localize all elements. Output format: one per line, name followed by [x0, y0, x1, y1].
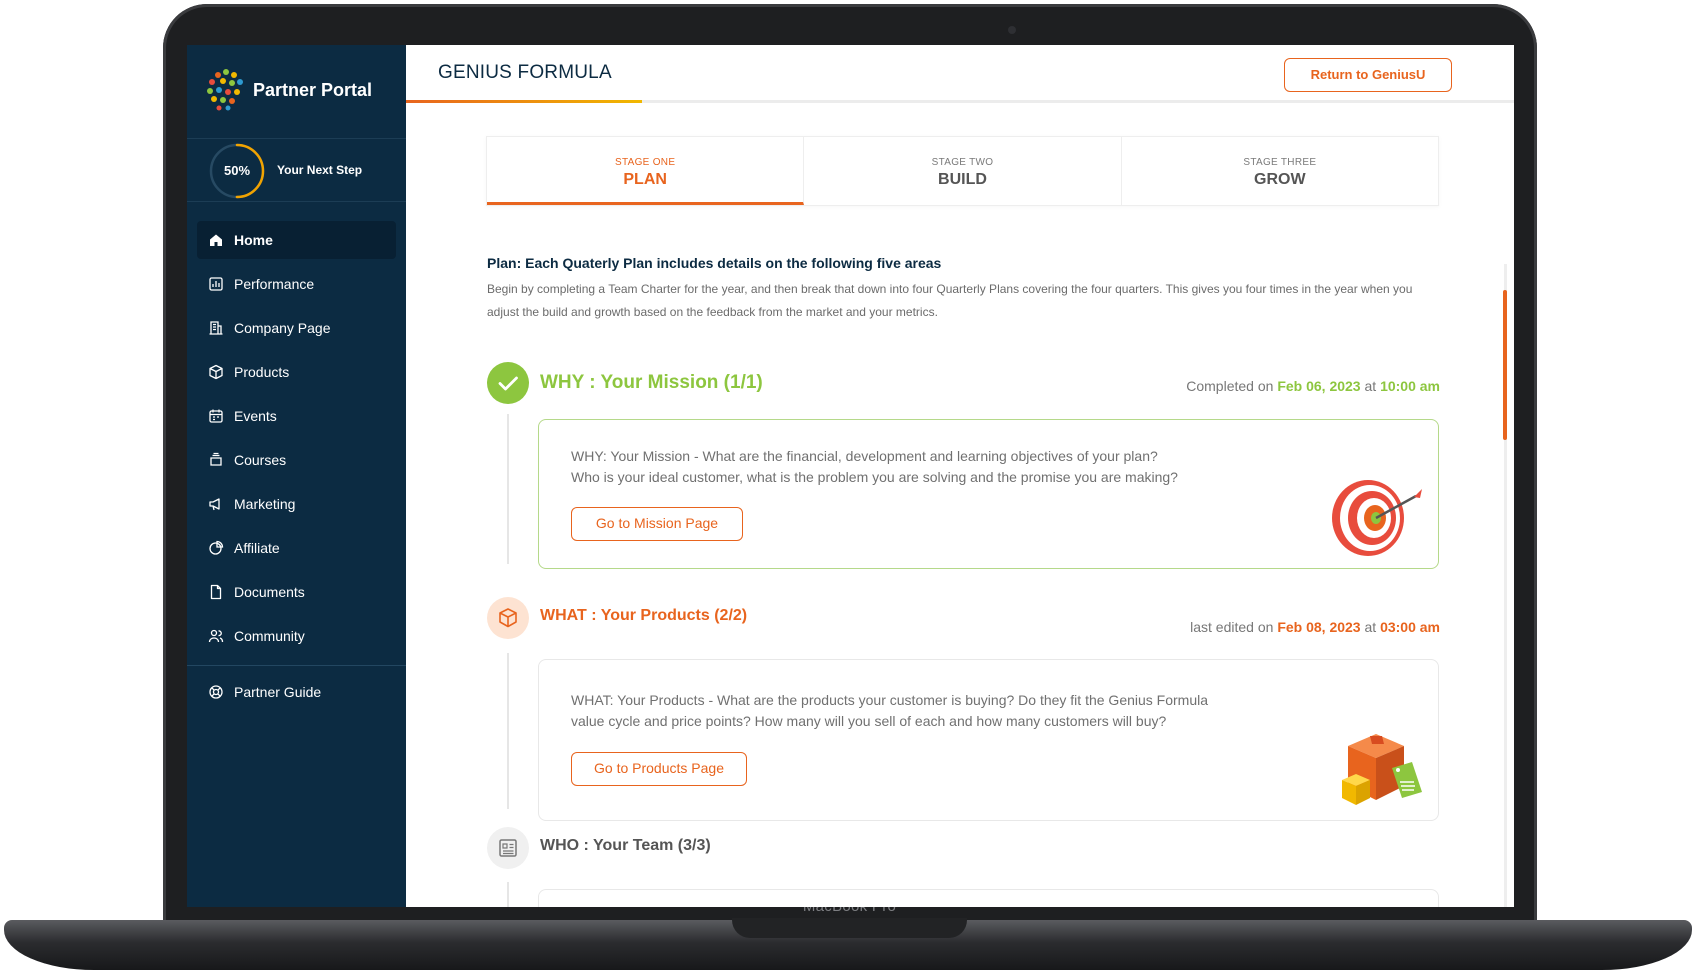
meta-time: 03:00 am — [1380, 619, 1440, 635]
sidebar-item-courses[interactable]: Courses — [197, 441, 396, 479]
sidebar-item-label: Products — [234, 364, 290, 380]
logo-text: Partner Portal — [253, 80, 373, 100]
screen: Partner Portal 50% Your Next Step Home P… — [187, 45, 1514, 907]
sidebar-divider — [187, 665, 406, 666]
sidebar-item-marketing[interactable]: Marketing — [197, 485, 396, 523]
megaphone-icon — [209, 498, 220, 511]
page-title: GENIUS FORMULA — [438, 62, 612, 83]
sidebar-item-label: Partner Guide — [234, 684, 322, 700]
return-button[interactable]: Return to GeniusU — [1284, 58, 1452, 92]
section-what-card: WHAT: Your Products - What are the produ… — [538, 659, 1439, 821]
sidebar-item-label: Documents — [234, 584, 305, 600]
meta-date: Feb 06, 2023 — [1277, 378, 1361, 394]
meta-date: Feb 08, 2023 — [1277, 619, 1361, 635]
main-content: STAGE ONE PLAN STAGE TWO BUILD STAGE THR… — [406, 106, 1514, 907]
go-to-mission-button[interactable]: Go to Mission Page — [571, 507, 743, 541]
sidebar-item-label: Home — [234, 232, 273, 248]
timeline-line — [507, 414, 509, 564]
calendar-icon — [209, 409, 223, 423]
tab-stage-two[interactable]: STAGE TWO BUILD — [804, 137, 1122, 205]
meta-at: at — [1364, 378, 1377, 394]
sidebar-nav: Home Performance Company Page Products E… — [197, 221, 396, 661]
sidebar-guide: Partner Guide — [197, 673, 396, 717]
section-what-meta: last edited on Feb 08, 2023 at 03:00 am — [1190, 619, 1440, 635]
page-header: GENIUS FORMULA Return to GeniusU — [406, 45, 1514, 103]
chart-icon — [209, 277, 223, 291]
card-text-line: Who is your ideal customer, what is the … — [571, 469, 1178, 485]
section-what-title: WHAT : Your Products (2/2) — [540, 607, 748, 624]
sidebar-item-label: Company Page — [234, 320, 331, 336]
users-icon — [208, 629, 224, 643]
card-text-line: WHAT: Your Products - What are the produ… — [571, 692, 1209, 708]
meta-at: at — [1364, 619, 1377, 635]
plan-description: Begin by completing a Team Charter for t… — [487, 282, 1413, 319]
sidebar-item-company-page[interactable]: Company Page — [197, 309, 396, 347]
scrollbar-thumb[interactable] — [1503, 290, 1507, 440]
section-who-card — [538, 889, 1439, 907]
sidebar-item-affiliate[interactable]: Affiliate — [197, 529, 396, 567]
sidebar-item-home[interactable]: Home — [197, 221, 396, 259]
stage-number: STAGE ONE — [615, 157, 676, 168]
help-wheel-icon — [209, 685, 223, 699]
section-why-title: WHY : Your Mission (1/1) — [540, 372, 763, 393]
sidebar-item-label: Courses — [234, 452, 287, 468]
box-icon — [487, 597, 529, 639]
product-boxes-illustration — [1342, 734, 1422, 805]
meta-time: 10:00 am — [1380, 378, 1440, 394]
sidebar-item-label: Performance — [234, 276, 315, 292]
stage-tabs: STAGE ONE PLAN STAGE TWO BUILD STAGE THR… — [486, 136, 1439, 206]
stage-name: GROW — [1254, 171, 1306, 188]
camera-icon — [1008, 26, 1016, 34]
go-to-products-button[interactable]: Go to Products Page — [571, 752, 747, 786]
tab-stage-three[interactable]: STAGE THREE GROW — [1122, 137, 1438, 205]
stage-number: STAGE THREE — [1243, 157, 1317, 168]
sidebar-item-products[interactable]: Products — [197, 353, 396, 391]
section-why-card: WHY: Your Mission - What are the financi… — [538, 419, 1439, 569]
target-dart-illustration — [1332, 480, 1422, 556]
laptop-notch — [732, 918, 967, 938]
pie-chart-icon — [209, 540, 224, 555]
sidebar-item-documents[interactable]: Documents — [197, 573, 396, 611]
next-step-progress[interactable]: 50% Your Next Step — [187, 138, 406, 202]
section-what-header: WHAT : Your Products (2/2) last edited o… — [487, 597, 1440, 639]
progress-label: Your Next Step — [277, 163, 363, 177]
layers-icon — [210, 452, 222, 466]
section-who-title: WHO : Your Team (3/3) — [540, 837, 711, 854]
card-text-line: value cycle and price points? How many w… — [571, 713, 1167, 729]
tab-stage-one[interactable]: STAGE ONE PLAN — [487, 137, 805, 205]
sidebar-item-community[interactable]: Community — [197, 617, 396, 655]
progress-percent: 50% — [223, 163, 251, 178]
section-who-header: WHO : Your Team (3/3) — [487, 827, 1440, 869]
completed-check-icon — [487, 362, 529, 404]
timeline-line — [507, 882, 509, 907]
newspaper-icon — [487, 827, 529, 869]
sidebar-item-performance[interactable]: Performance — [197, 265, 396, 303]
stage-name: PLAN — [623, 171, 667, 188]
building-icon — [209, 321, 223, 335]
sidebar-item-label: Affiliate — [234, 540, 280, 556]
home-icon — [210, 234, 222, 246]
box-icon — [209, 364, 223, 380]
sidebar-item-partner-guide[interactable]: Partner Guide — [197, 673, 396, 711]
stage-number: STAGE TWO — [931, 157, 994, 168]
timeline-line — [507, 653, 509, 809]
sidebar: Partner Portal 50% Your Next Step Home P… — [187, 45, 406, 907]
document-icon — [210, 584, 222, 600]
header-progress-accent — [406, 100, 642, 103]
sidebar-item-label: Events — [234, 408, 277, 424]
sidebar-item-label: Marketing — [234, 496, 296, 512]
section-why-header: WHY : Your Mission (1/1) Completed on Fe… — [487, 362, 1440, 404]
section-why-meta: Completed on Feb 06, 2023 at 10:00 am — [1186, 378, 1440, 394]
sidebar-item-label: Community — [234, 628, 305, 644]
meta-prefix: Completed on — [1186, 378, 1274, 394]
card-text-line: WHY: Your Mission - What are the financi… — [571, 448, 1158, 464]
stage-name: BUILD — [938, 171, 987, 188]
sidebar-item-events[interactable]: Events — [197, 397, 396, 435]
plan-title: Plan: Each Quaterly Plan includes detail… — [487, 255, 942, 271]
partner-portal-logo — [207, 69, 243, 111]
meta-prefix: last edited on — [1190, 619, 1274, 635]
